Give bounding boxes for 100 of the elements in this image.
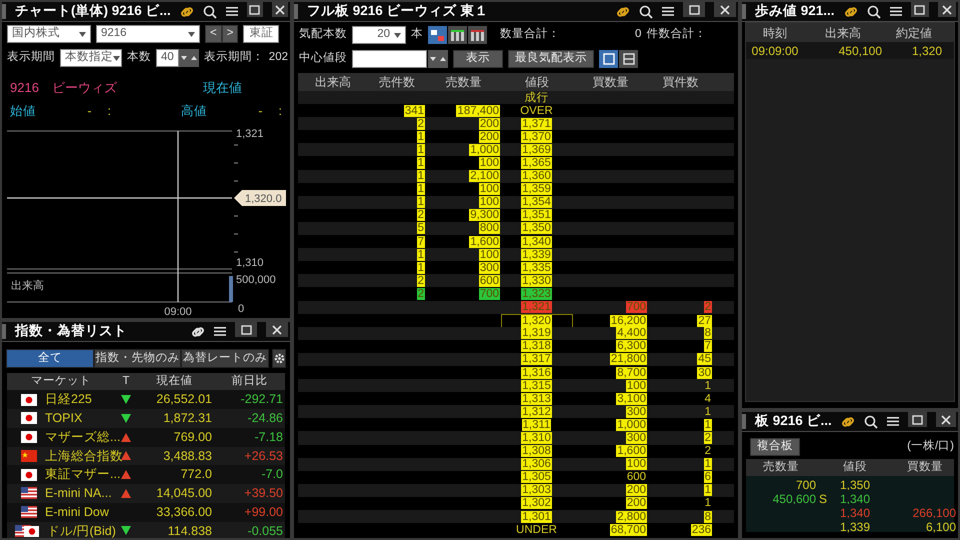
- price-level: 1,340: [838, 491, 872, 508]
- maximize-button[interactable]: [683, 2, 705, 17]
- title-grip[interactable]: [2, 4, 6, 19]
- title-grip[interactable]: [2, 324, 6, 339]
- board-mode-button[interactable]: 複合板: [750, 438, 800, 456]
- close-button[interactable]: [938, 2, 956, 17]
- layout-option-button[interactable]: [448, 26, 467, 44]
- close-button[interactable]: [936, 412, 956, 427]
- column-header: 出来高: [314, 74, 352, 91]
- layout-option-button[interactable]: [428, 26, 447, 44]
- window-title: チャート(単体) 9216 ビ...: [15, 2, 171, 20]
- price-level: 1,370: [521, 130, 552, 143]
- show-button[interactable]: 表示: [453, 50, 503, 68]
- price-level: 1,312: [521, 406, 552, 418]
- column-header: 売件数: [378, 74, 416, 91]
- buy-count: 1: [704, 418, 712, 431]
- spinner-arrows[interactable]: [428, 50, 448, 68]
- title-grip[interactable]: [742, 414, 746, 429]
- column-layout-icon: [471, 30, 484, 40]
- price-level: 1,335: [521, 262, 552, 274]
- period-select[interactable]: 本数指定: [60, 49, 122, 67]
- trade-volume: 450,100: [838, 43, 882, 60]
- title-grip[interactable]: [294, 4, 298, 19]
- buy-count: 45: [697, 353, 712, 366]
- axis-label: 1,310: [236, 257, 264, 270]
- depth-select[interactable]: 20: [352, 26, 406, 44]
- view-option-button[interactable]: [599, 50, 618, 68]
- view-option-button[interactable]: [619, 50, 638, 68]
- price-level: 1,305: [521, 471, 552, 484]
- sell-count: 7: [416, 236, 425, 248]
- filter-tab[interactable]: 指数・先物のみ: [94, 349, 182, 368]
- flag-icon: [21, 487, 37, 500]
- filter-tab[interactable]: 為替レートのみ: [181, 349, 270, 368]
- menu-icon[interactable]: [886, 416, 899, 427]
- sell-quantity: 100: [478, 157, 500, 170]
- change-value: -292.71: [240, 391, 284, 408]
- title-grip[interactable]: [742, 4, 746, 19]
- close-button[interactable]: [714, 2, 736, 17]
- close-button[interactable]: [266, 322, 288, 337]
- center-price-field[interactable]: [352, 50, 427, 68]
- market-select[interactable]: 国内株式: [7, 25, 91, 43]
- close-button[interactable]: [272, 2, 288, 17]
- link-icon[interactable]: [616, 4, 630, 18]
- best-quote-button[interactable]: 最良気配表示: [508, 50, 594, 68]
- buy-count: 236: [690, 524, 712, 536]
- flag-icon: [21, 450, 37, 462]
- count-field[interactable]: 40: [156, 49, 179, 67]
- current-price-label: 現在値: [203, 79, 242, 97]
- link-icon[interactable]: [844, 4, 858, 18]
- market-value: 772.0: [180, 466, 212, 484]
- maximize-button[interactable]: [908, 412, 928, 427]
- price-level: 1,321: [521, 301, 552, 314]
- buy-quantity: 21,800: [610, 353, 647, 366]
- menu-icon[interactable]: [662, 6, 674, 17]
- time-label: 09:00: [164, 306, 192, 316]
- column-header: 売数量: [444, 74, 482, 91]
- trade-time: 09:09:00: [750, 43, 800, 60]
- search-icon[interactable]: [639, 4, 653, 18]
- menu-icon[interactable]: [226, 6, 238, 17]
- sell-count: 2: [416, 288, 425, 300]
- open-label: 始値: [10, 102, 36, 120]
- maximize-button[interactable]: [910, 2, 929, 17]
- link-icon[interactable]: [840, 414, 855, 428]
- window-title: 板 9216 ビ...: [755, 412, 832, 430]
- prev-button[interactable]: <: [205, 25, 222, 43]
- buy-quantity: 700: [626, 301, 647, 314]
- menu-icon[interactable]: [890, 6, 902, 17]
- spinner-arrows[interactable]: [178, 49, 199, 67]
- column-header: 出来高: [824, 24, 862, 42]
- axis-label: 500,000: [236, 274, 276, 286]
- maximize-button[interactable]: [246, 2, 263, 17]
- stock-name: 9216 ビーウィズ: [10, 79, 117, 97]
- search-icon[interactable]: [866, 4, 881, 18]
- window-title: 歩み値 921...: [755, 2, 835, 20]
- buy-quantity: 300: [626, 406, 647, 418]
- settings-button[interactable]: [272, 349, 286, 368]
- market-value: 33,366.00: [155, 504, 212, 521]
- column-header: マーケット: [30, 374, 92, 389]
- filter-tab[interactable]: 全て: [6, 349, 94, 368]
- market-name: E-mini Dow: [45, 504, 109, 521]
- code-select[interactable]: 9216: [96, 25, 200, 43]
- column-header: 約定値: [895, 24, 933, 42]
- sell-quantity: 1,600: [469, 236, 500, 248]
- search-icon[interactable]: [202, 4, 217, 18]
- menu-icon[interactable]: [214, 326, 226, 337]
- depth-label: 気配本数: [299, 26, 347, 42]
- link-icon[interactable]: [180, 4, 194, 18]
- sell-count: 5: [416, 222, 425, 234]
- sell-count: 1: [416, 144, 425, 156]
- exchange-button[interactable]: 東証: [243, 25, 280, 43]
- next-button[interactable]: >: [222, 25, 238, 43]
- maximize-button[interactable]: [235, 322, 257, 337]
- change-value: -0.055: [246, 522, 284, 538]
- price-level: 1,350: [521, 222, 552, 234]
- link-icon[interactable]: [191, 324, 205, 338]
- layout-option-button[interactable]: [468, 26, 487, 44]
- market-name: ドル/円(Bid): [47, 522, 116, 538]
- buy-count: 4: [704, 392, 712, 405]
- price-level: 1,340: [838, 505, 872, 522]
- search-icon[interactable]: [864, 414, 878, 428]
